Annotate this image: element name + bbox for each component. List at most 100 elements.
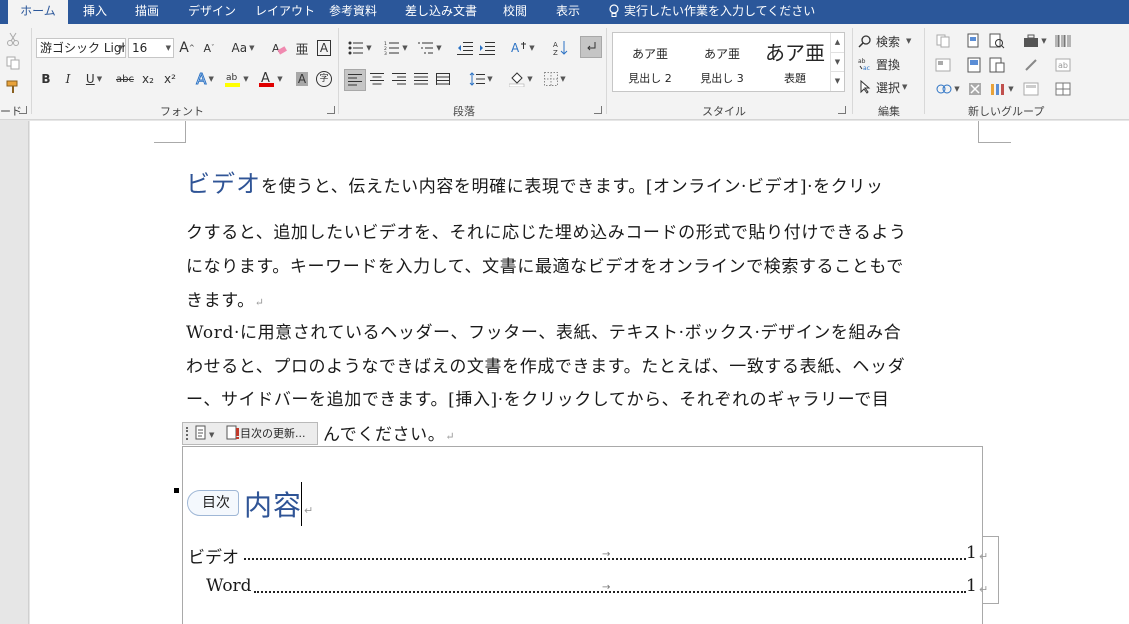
paragraph-dialog-launcher[interactable] [594,106,602,114]
line-spacing-button[interactable]: ▼ [466,69,496,89]
change-case-button[interactable]: Aa ▼ [227,38,259,58]
style-heading2[interactable]: あア亜 見出し 2 [615,33,685,91]
font-name-combo[interactable]: 游ゴシック Ligh ▼ [36,38,126,58]
style-heading3[interactable]: あア亜 見出し 3 [687,33,757,91]
superscript-button[interactable]: x² [160,69,180,89]
font-dialog-launcher[interactable] [327,106,335,114]
toc-entry[interactable]: Word [206,576,252,598]
select-button[interactable]: 選択 ▼ [858,77,907,97]
paragraph-line[interactable]: ビデオを使うと、伝えたい内容を明確に表現できます。[オンライン·ビデオ]·をクリ… [186,164,986,199]
phonetic-guide-button[interactable]: 亜 [292,38,312,58]
distributed-button[interactable] [433,69,453,89]
bold-button[interactable]: B [36,69,56,89]
scroll-down-icon[interactable]: ▼ [831,52,844,71]
clear-formatting-button[interactable]: A [268,38,290,58]
increase-indent-button[interactable] [476,38,498,58]
replace-button[interactable]: ab ac 置換 [858,54,900,74]
toc-update-button[interactable]: 目次の更新... [226,425,306,441]
toc-update-label: 目次の更新... [240,427,306,440]
paragraph-line[interactable]: Word·に用意されているヘッダー、フッター、表紙、テキスト·ボックス·デザイン… [186,318,986,343]
new-group-icon-13[interactable] [1054,80,1072,98]
new-group-icon-5[interactable] [966,56,984,74]
briefcase-icon[interactable]: ▼ [1022,32,1048,50]
new-group-icon-6[interactable] [988,56,1006,74]
paragraph-line[interactable]: になります。キーワードを入力して、文書に最適なビデオをオンラインで検索することも… [186,252,986,277]
paragraph-line[interactable]: わせると、プロのようなできばえの文書を作成できます。たとえば、一致する表紙、ヘッ… [186,352,986,377]
borders-button[interactable]: ▼ [540,69,570,89]
font-color-button[interactable]: A ▼ [256,69,286,89]
new-group-icon-11[interactable]: ▼ [988,80,1016,98]
new-group-icon-9[interactable]: ▼ [934,80,962,98]
tab-review[interactable]: 校閲 [503,0,527,24]
tab-references[interactable]: 参考資料 [329,0,377,24]
new-group-icon-10[interactable] [966,80,984,98]
toc-content-control[interactable] [182,446,983,624]
chevron-down-icon: ▼ [165,44,171,52]
decrease-indent-button[interactable] [454,38,476,58]
new-group-icon-1[interactable] [934,32,952,50]
paragraph-line[interactable]: んでください。↵ [323,420,523,445]
new-group-icon-2[interactable] [966,32,984,50]
enclose-characters-button[interactable]: 字 [314,69,334,89]
barcode-icon[interactable] [1054,32,1072,50]
subscript-button[interactable]: x₂ [138,69,158,89]
tab-design[interactable]: デザイン [188,0,236,24]
new-group-icon-7[interactable] [1022,56,1040,74]
multilevel-list-button[interactable]: ▼ [414,38,446,58]
character-border-button[interactable]: A [314,38,334,58]
new-group-icon-3[interactable] [988,32,1006,50]
tab-insert[interactable]: 挿入 [83,0,107,24]
bullets-button[interactable]: ▼ [344,38,376,58]
justify-button[interactable] [411,69,431,89]
italic-button[interactable]: I [58,69,78,89]
character-shading-button[interactable]: A [292,69,312,89]
cut-icon[interactable] [4,30,22,48]
shading-button[interactable]: ▼ [506,69,536,89]
gallery-more-icon[interactable]: ▼ [831,71,844,90]
align-left-button[interactable] [344,69,366,91]
shrink-font-button[interactable]: Aˇ [199,38,219,58]
tab-home[interactable]: ホーム [8,0,68,24]
align-right-button[interactable] [389,69,409,89]
scroll-up-icon[interactable]: ▲ [831,33,844,52]
grow-font-button[interactable]: A ^ [177,38,197,58]
toc-entry[interactable]: ビデオ [188,543,239,568]
copy-icon[interactable] [4,54,22,72]
underline-button[interactable]: U ▼ [80,69,108,89]
tab-layout[interactable]: レイアウト [255,0,315,24]
text-effects-button[interactable]: A ▼ [192,69,218,89]
new-group-icon-4[interactable] [934,56,952,74]
font-size-combo[interactable]: 16 ▼ [128,38,174,58]
toc-entry-page[interactable]: 1 [966,576,977,598]
numbering-button[interactable]: 1 2 3 ▼ [380,38,412,58]
toc-heading[interactable]: 内容 [244,484,302,524]
find-button[interactable]: 検索 ▼ [858,31,911,51]
tell-me-search[interactable]: 実行したい作業を入力してください [608,0,815,24]
strikethrough-button[interactable]: abc [114,69,136,89]
new-group-icon-8[interactable]: ab [1054,56,1072,74]
tab-view[interactable]: 表示 [556,0,580,24]
toc-tag[interactable]: 目次 [187,490,239,516]
clipboard-dialog-launcher[interactable] [19,106,27,114]
paragraph-line[interactable]: きます。↵ [186,286,986,311]
format-painter-icon[interactable] [4,78,22,96]
gallery-scrollbar[interactable]: ▲ ▼ ▼ [830,33,844,91]
paragraph-line[interactable]: ー、サイドバーを追加できます。[挿入]·をクリックしてから、それぞれのギャラリー… [186,385,986,410]
tab-mailings[interactable]: 差し込み文書 [405,0,477,24]
align-center-button[interactable] [367,69,387,89]
svg-text:ac: ac [863,65,870,71]
highlight-color-button[interactable]: ab ▼ [222,69,252,89]
paragraph-line[interactable]: クすると、追加したいビデオを、それに応じた埋め込みコードの形式で貼り付けできるよ… [186,218,986,243]
toc-entry-page[interactable]: 1 [966,543,977,565]
sort-button[interactable]: AZ [550,38,572,58]
drag-handle-icon[interactable] [186,427,188,440]
asian-layout-button[interactable]: A ▼ [508,38,538,58]
toc-options-button[interactable]: ▼ [195,425,214,444]
underline-label: U [85,72,95,86]
style-title[interactable]: あア亜 表題 [759,33,831,91]
show-hide-marks-button[interactable] [580,36,602,58]
toc-anchor-handle[interactable] [174,488,179,493]
tab-draw[interactable]: 描画 [135,0,159,24]
styles-dialog-launcher[interactable] [838,106,846,114]
new-group-icon-12[interactable] [1022,80,1040,98]
